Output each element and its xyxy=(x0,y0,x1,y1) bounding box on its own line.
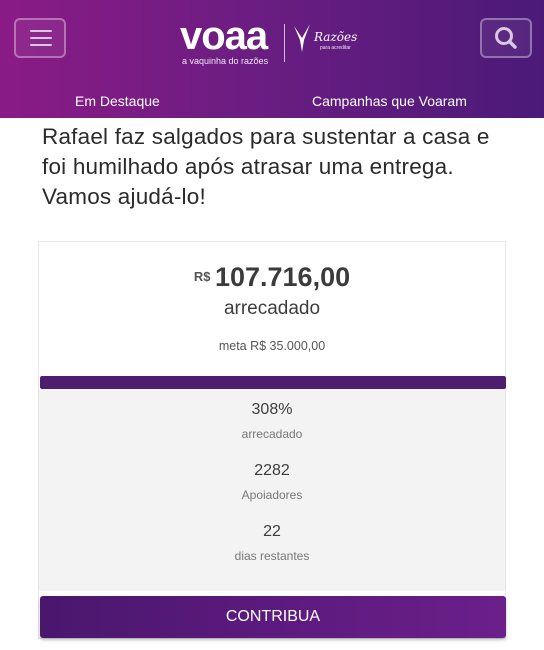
site-logo[interactable]: voaa a vaquinha do razões Razões para ac… xyxy=(180,14,370,74)
campaign-stats: 308% arrecadado 2282 Apoiadores 22 dias … xyxy=(39,389,505,591)
raised-label: arrecadado xyxy=(223,298,321,319)
days-left-label: dias restantes xyxy=(234,549,310,563)
partner-tagline: para acreditar xyxy=(320,45,351,51)
contribute-button[interactable]: CONTRIBUA xyxy=(40,596,506,638)
supporters-value: 2282 xyxy=(254,462,290,479)
percent-raised-value: 308% xyxy=(251,401,293,418)
raised-summary: R$ 107.716,00 arrecadado meta R$ 35.000,… xyxy=(39,242,505,376)
nav-link-completed[interactable]: Campanhas que Voaram xyxy=(312,93,467,109)
percent-raised-label: arrecadado xyxy=(241,427,303,441)
campaign-title: Rafael faz salgados para sustentar a cas… xyxy=(42,124,490,209)
site-header: voaa a vaquinha do razões Razões para ac… xyxy=(0,0,544,118)
goal-text: meta R$ 35.000,00 xyxy=(218,339,326,353)
progress-fill xyxy=(40,376,506,389)
supporters-label: Apoiadores xyxy=(241,488,303,502)
search-button[interactable] xyxy=(480,18,532,58)
logo-divider xyxy=(284,24,285,62)
amount-raised: 107.716,00 xyxy=(214,262,351,292)
menu-button[interactable] xyxy=(14,18,66,58)
progress-bar xyxy=(40,376,506,389)
logo-tagline: a vaquinha do razões xyxy=(182,56,269,66)
donation-card: R$ 107.716,00 arrecadado meta R$ 35.000,… xyxy=(38,241,506,639)
nav-link-featured[interactable]: Em Destaque xyxy=(75,93,160,109)
search-icon xyxy=(495,27,517,49)
hamburger-menu-icon xyxy=(30,30,52,32)
partner-logo: Razões xyxy=(314,30,358,44)
logo-wordmark: voaa xyxy=(180,14,268,58)
bird-icon xyxy=(294,24,310,52)
days-left-value: 22 xyxy=(263,523,281,540)
currency-symbol: R$ xyxy=(193,269,211,284)
amount-raised-row: R$ 107.716,00 xyxy=(39,262,505,293)
